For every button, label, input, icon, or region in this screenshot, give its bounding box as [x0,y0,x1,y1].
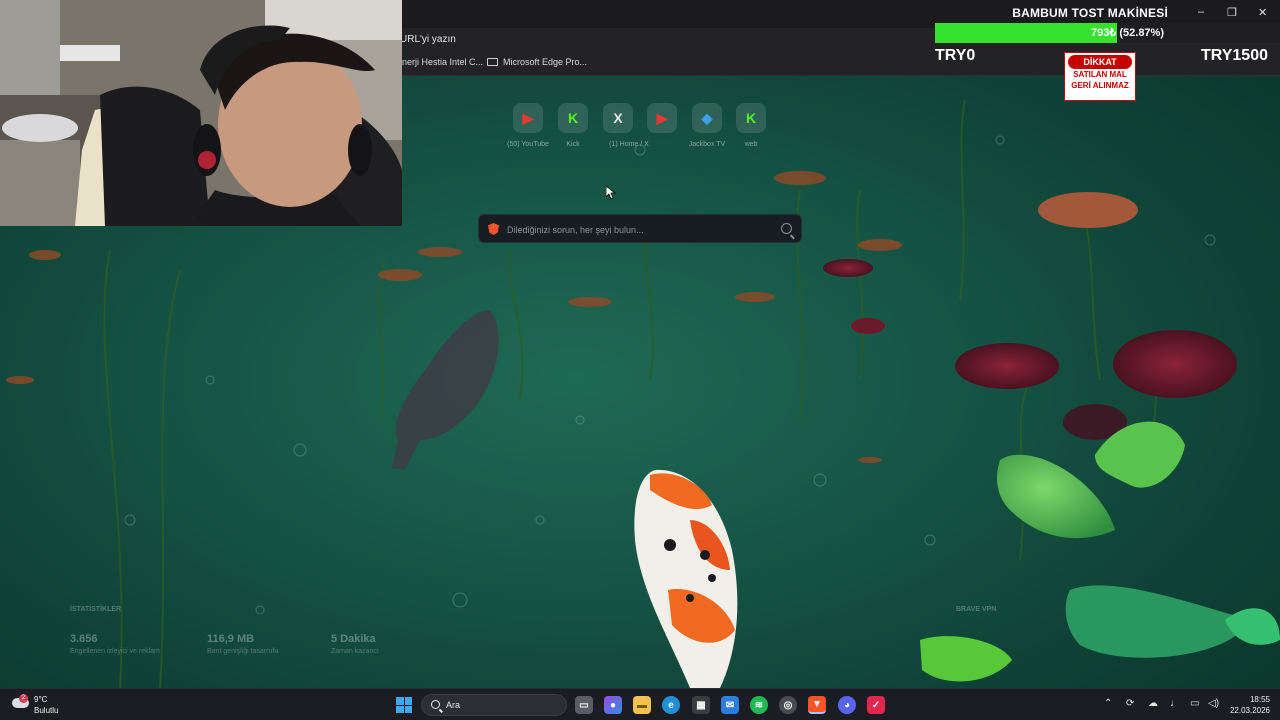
kick-icon: K [567,110,579,126]
folder-icon [487,58,498,66]
widgets-icon[interactable]: ● [604,696,622,714]
stat-value: 3.656 [70,633,98,645]
webcam-overlay [0,0,402,226]
weather-temperature: 9°C [34,695,48,704]
cloud-tray-icon[interactable]: ☁ [1148,698,1158,709]
x-icon: X [613,110,623,126]
shortcut-label: Kick [566,141,580,148]
steam-icon[interactable]: ◎ [779,696,797,714]
edge-icon[interactable]: e [662,696,680,714]
warning-line: GERİ ALINMAZ [1071,81,1129,90]
screen: URL'yi yazın nerji Hestia Intel C... Mic… [0,0,1280,720]
weather-condition: Bulutlu [34,706,59,715]
maximize-icon[interactable]: ❐ [1227,6,1237,19]
microphone-icon[interactable]: ♩ [1170,698,1180,709]
donation-goal-widget: BAMBUM TOST MAKİNESİ – ❐ ✕ 793₺ (52.87%)… [935,0,1280,101]
store-icon[interactable]: ▦ [692,696,710,714]
chevron-up-icon[interactable]: ⌃ [1104,698,1112,709]
volume-icon[interactable]: ◁) [1208,698,1219,709]
jackbox-icon: ◆ [701,109,713,126]
spotify-icon[interactable]: ≋ [750,696,768,714]
file-explorer-icon[interactable]: ▬ [633,696,651,714]
task-view-icon[interactable]: ▭ [575,696,593,714]
brave-icon[interactable]: ▼ [808,696,826,714]
discord-icon[interactable]: ◕ [838,696,856,714]
youtube-icon: ▶ [656,109,668,126]
stat-label: Zaman kazancı [331,648,379,655]
clock-date: 22.03.2026 [1229,706,1270,715]
weather-alert-badge: 2 [19,694,28,703]
windows-logo-tile [396,705,404,713]
goal-title: BAMBUM TOST MAKİNESİ [1012,6,1168,20]
taskbar-search[interactable]: Ara [421,694,567,716]
warning-sign: DİKKAT SATILAN MAL GERİ ALINMAZ [1064,52,1136,101]
app-icon[interactable]: ✓ [867,696,885,714]
minimize-icon[interactable]: – [1198,6,1204,18]
address-input-placeholder[interactable]: URL'yi yazın [400,34,456,45]
windows-taskbar: 2 9°C Bulutlu Ara ▭ ● ▬ e ▦ ✉ ≋ ◎ ▼ ◕ ✓ … [0,688,1280,720]
newtab-search-box[interactable] [478,214,802,243]
mail-icon[interactable]: ✉ [721,696,739,714]
sync-icon[interactable]: ⟳ [1126,698,1134,709]
kick-icon: K [745,110,757,126]
webcam-feed [0,0,402,226]
close-icon[interactable]: ✕ [1258,6,1267,19]
shortcut-label: (1) Home / X [609,141,649,148]
stat-label: Engellenen izleyici ve reklam [70,648,160,655]
bookmark-item[interactable]: nerji Hestia Intel C... [402,57,483,67]
search-icon[interactable] [781,223,792,234]
shortcut-youtube-2[interactable]: ▶ [647,103,677,133]
goal-max-label: TRY1500 [1201,47,1268,64]
taskbar-search-label: Ara [446,700,461,710]
bookmark-item[interactable]: Microsoft Edge Pro... [487,57,587,67]
windows-logo-tile [404,697,412,705]
windows-logo-tile [396,697,404,705]
shortcut-kick-2[interactable]: K [736,103,766,133]
news-widget-title: BRAVE VPN [956,606,997,613]
youtube-icon: ▶ [522,109,534,126]
goal-progress-bar: 793₺ (52.87%) [935,23,1280,43]
start-button[interactable] [396,697,412,713]
shortcut-x[interactable]: X [603,103,633,133]
bookmark-label: Microsoft Edge Pro... [503,57,588,67]
shortcut-label: web [744,141,758,148]
mouse-cursor-icon [606,186,616,200]
goal-min-label: TRY0 [935,47,976,64]
warning-badge: DİKKAT [1068,55,1132,69]
windows-logo-tile [404,705,412,713]
clock-time: 18:55 [1249,695,1270,704]
shortcut-jackbox[interactable]: ◆ [692,103,722,133]
search-input[interactable] [507,221,767,238]
search-icon [431,700,440,709]
stats-title: İSTATİSTİKLER [70,606,122,613]
network-icon[interactable]: ▭ [1190,698,1199,709]
brave-lion-icon [488,223,499,235]
goal-progress-text: 793₺ (52.87%) [1090,27,1164,39]
stat-value: 116,9 MB [207,633,255,645]
system-clock[interactable]: 18:55 22.03.2026 [1230,694,1270,716]
stat-value: 5 Dakika [331,633,376,645]
warning-line: SATILAN MAL [1073,70,1127,79]
bookmark-label: nerji Hestia Intel C... [402,57,484,67]
shortcut-youtube[interactable]: ▶ [513,103,543,133]
stat-label: Bant genişliği tasarrufu [207,648,279,655]
shortcut-kick[interactable]: K [558,103,588,133]
